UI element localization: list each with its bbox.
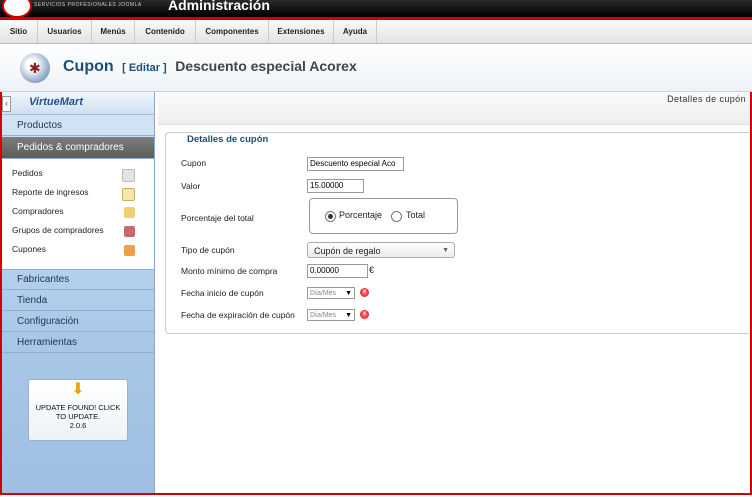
label-monto: Monto mínimo de compra (181, 266, 278, 276)
update-version: 2.0.6 (69, 421, 87, 430)
menu-sitio[interactable]: Sitio (0, 20, 38, 43)
sidebar-section-pedidos[interactable]: Pedidos & compradores (2, 137, 154, 159)
label-fecha-expiracion: Fecha de expiración de cupón (181, 310, 295, 320)
menu-usuarios[interactable]: Usuarios (38, 20, 92, 43)
sidebar-section-tienda[interactable]: Tienda (2, 291, 154, 311)
radio-porcentaje-label: Porcentaje (339, 210, 383, 220)
users-icon (124, 207, 135, 218)
fecha-expiracion-select[interactable]: Día/Mes ▼ (307, 309, 355, 321)
sidebar-item-reporte[interactable]: Reporte de ingresos (12, 187, 147, 201)
menu-ayuda[interactable]: Ayuda (334, 20, 377, 43)
update-button[interactable]: ⬇ UPDATE FOUND! CLICK TO UPDATE. 2.0.6 (28, 379, 128, 441)
sidebar-section-fabricantes[interactable]: Fabricantes (2, 270, 154, 290)
label-valor: Valor (181, 181, 201, 191)
sidebar-item-compradores[interactable]: Compradores (12, 206, 147, 220)
sidebar-item-grupos[interactable]: Grupos de compradores (12, 225, 147, 239)
cupon-input[interactable]: Descuento especial Aco (307, 157, 404, 171)
page-title-text: Cupon (63, 58, 114, 75)
sidebar-item-cupones[interactable]: Cupones (12, 244, 147, 258)
sidebar-section-herramientas[interactable]: Herramientas (2, 333, 154, 353)
fecha-inicio-select[interactable]: Día/Mes ▼ (307, 287, 355, 299)
menu-componentes[interactable]: Componentes (196, 20, 269, 43)
orders-icon (122, 169, 135, 182)
tipo-select[interactable]: Cupón de regalo ▼ (307, 242, 455, 258)
valor-input[interactable]: 15.00000 (307, 179, 364, 193)
sidebar-section-configuracion[interactable]: Configuración (2, 312, 154, 332)
sidebar-item-label: Grupos de compradores (12, 225, 104, 235)
monto-input[interactable]: 0.00000 (307, 264, 368, 278)
coupon-icon: ✱ (20, 53, 50, 83)
download-icon: ⬇ (71, 381, 85, 398)
sidebar-submenu: Pedidos Reporte de ingresos Compradores … (2, 159, 154, 270)
coupon-fieldset (165, 132, 749, 334)
chevron-down-icon: ▼ (345, 312, 352, 319)
top-bar: SERVICIOS PROFESIONALES JOOMLA Administr… (0, 0, 752, 17)
tipo-select-value: Cupón de regalo (314, 246, 381, 256)
page-title: Cupon [ Editar ] Descuento especial Acor… (63, 58, 357, 76)
gift-icon (124, 245, 135, 256)
virtuemart-logo-text: VirtueMart (29, 96, 83, 108)
collapse-sidebar-icon[interactable]: ‹ (2, 96, 11, 112)
details-panel-title: Detalles de cupón (667, 94, 746, 104)
menu-extensiones[interactable]: Extensiones (269, 20, 334, 43)
coupon-legend: Detalles de cupón (183, 134, 273, 145)
sidebar-item-label: Pedidos (12, 168, 43, 178)
fecha-inicio-placeholder: Día/Mes (310, 290, 337, 297)
percent-type-group: Porcentaje Total (309, 198, 458, 234)
label-cupon: Cupon (181, 158, 207, 168)
brand-logo (2, 0, 32, 17)
chevron-down-icon: ▼ (345, 290, 352, 297)
radio-porcentaje[interactable] (325, 211, 336, 222)
sidebar-item-label: Reporte de ingresos (12, 187, 89, 197)
label-porcentaje: Porcentaje del total (181, 213, 254, 223)
fecha-expiracion-placeholder: Día/Mes (310, 312, 337, 319)
report-icon (122, 188, 135, 201)
label-tipo: Tipo de cupón (181, 245, 235, 255)
menu-menus[interactable]: Menús (92, 20, 135, 43)
label-fecha-inicio: Fecha inicio de cupón (181, 288, 264, 298)
virtuemart-logo: ‹ VirtueMart (2, 92, 154, 115)
main-menu: Sitio Usuarios Menús Contenido Component… (0, 20, 752, 44)
details-panel-header: Detalles de cupón (158, 92, 750, 125)
currency-symbol: € (369, 265, 375, 275)
sidebar-item-pedidos[interactable]: Pedidos (12, 168, 147, 182)
groups-icon (124, 226, 135, 237)
sidebar-item-label: Cupones (12, 244, 47, 254)
update-text: UPDATE FOUND! CLICK TO UPDATE. (35, 403, 121, 421)
radio-total-label: Total (406, 210, 426, 220)
radio-total[interactable] (391, 211, 402, 222)
page-title-edit: [ Editar ] (122, 62, 167, 74)
chevron-down-icon: ▼ (442, 247, 449, 254)
sidebar-section-productos[interactable]: Productos (2, 116, 154, 136)
clear-date-icon[interactable]: ✕ (360, 310, 369, 319)
page-title-name: Descuento especial Acorex (175, 58, 357, 74)
clear-date-icon[interactable]: ✕ (360, 288, 369, 297)
page-header: ✱ Cupon [ Editar ] Descuento especial Ac… (0, 44, 752, 92)
brand-subtitle: SERVICIOS PROFESIONALES JOOMLA (34, 2, 142, 8)
menu-contenido[interactable]: Contenido (135, 20, 196, 43)
sidebar-item-label: Compradores (12, 206, 64, 216)
admin-title: Administración (168, 0, 270, 13)
